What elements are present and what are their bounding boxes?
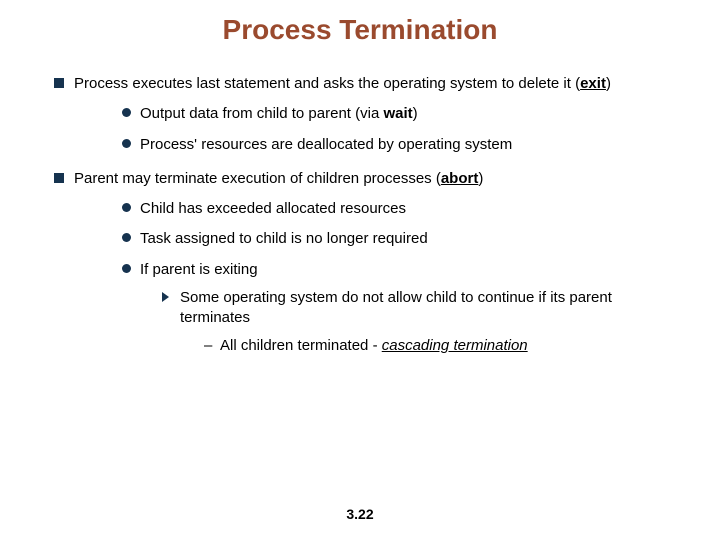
bullet-level2: If parent is exiting Some operating syst… [74, 260, 680, 357]
keyword-exit: exit [580, 75, 606, 92]
text: Parent may terminate execution of childr… [74, 170, 441, 187]
keyword-abort: abort [441, 170, 479, 187]
bullet-level2: Child has exceeded allocated resources [74, 199, 680, 219]
text: Child has exceeded allocated resources [140, 200, 406, 217]
keyword-cascading: cascading termination [382, 337, 528, 354]
bullet-level1: Parent may terminate execution of childr… [40, 169, 680, 357]
text: Process executes last statement and asks… [74, 75, 580, 92]
bullet-level2: Task assigned to child is no longer requ… [74, 229, 680, 249]
slide-number: 3.22 [0, 506, 720, 522]
bullet-level2: Output data from child to parent (via wa… [74, 104, 680, 124]
slide-body: Process executes last statement and asks… [40, 74, 680, 357]
text: ) [478, 170, 483, 187]
text: Process' resources are deallocated by op… [140, 136, 512, 153]
text: Some operating system do not allow child… [180, 289, 612, 326]
text: ) [413, 105, 418, 122]
keyword-wait: wait [383, 105, 412, 122]
bullet-level2: Process' resources are deallocated by op… [74, 135, 680, 155]
slide-title: Process Termination [40, 14, 680, 46]
slide: Process Termination Process executes las… [0, 0, 720, 540]
bullet-level3: Some operating system do not allow child… [140, 288, 680, 357]
text: All children terminated - [220, 337, 382, 354]
bullet-level1: Process executes last statement and asks… [40, 74, 680, 155]
bullet-level4: – All children terminated - cascading te… [180, 336, 640, 356]
dash-icon: – [204, 336, 212, 356]
text: ) [606, 75, 611, 92]
text: Output data from child to parent (via [140, 105, 383, 122]
text: If parent is exiting [140, 261, 258, 278]
text: Task assigned to child is no longer requ… [140, 230, 428, 247]
